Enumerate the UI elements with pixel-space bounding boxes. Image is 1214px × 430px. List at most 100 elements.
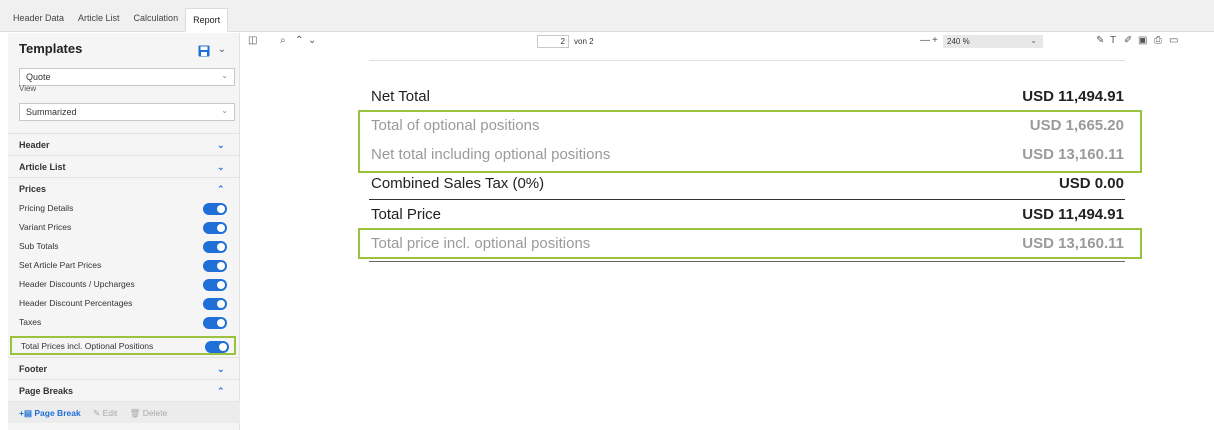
tab-calculation[interactable]: Calculation: [127, 7, 186, 31]
chevron-down-icon[interactable]: ⌄: [308, 35, 316, 46]
save-doc-icon[interactable]: ▭: [1169, 35, 1178, 46]
templates-actions: ⌄: [8, 41, 240, 63]
tab-header-data[interactable]: Header Data: [6, 7, 71, 31]
option-pricing-details: Pricing Details: [8, 199, 240, 218]
delete-button[interactable]: 🗑 Delete: [130, 408, 168, 418]
section-article-list-label: Article List: [19, 162, 66, 172]
trash-icon: 🗑: [129, 408, 141, 418]
section-page-breaks[interactable]: Page Breaks ⌃: [8, 379, 240, 401]
view-select[interactable]: Summarized ⌄: [19, 103, 235, 121]
edit-label: Edit: [102, 408, 118, 418]
toggle-total-prices-optional[interactable]: [205, 341, 229, 353]
option-label: Sub Totals: [19, 241, 59, 251]
row-net-total: Net Total USD 11,494.91: [369, 86, 1124, 110]
search-icon[interactable]: ⌕: [280, 35, 286, 46]
total-rule: [369, 199, 1125, 200]
chevron-down-icon: ⌄: [217, 162, 225, 172]
toggle-taxes[interactable]: [203, 317, 227, 329]
row-value: USD 0.00: [1058, 175, 1124, 192]
chevron-down-icon: ⌄: [221, 106, 228, 115]
bottom-rule: [369, 261, 1125, 262]
option-label: Header Discounts / Upcharges: [19, 279, 135, 289]
row-value: USD 13,160.11: [1022, 235, 1124, 252]
option-total-prices-optional: Total Prices incl. Optional Positions: [10, 336, 236, 355]
row-net-incl-optional: Net total including optional positions U…: [369, 144, 1124, 168]
section-prices[interactable]: Prices ⌃: [8, 177, 240, 199]
template-select-value: Quote: [26, 72, 51, 82]
row-label: Combined Sales Tax (0%): [371, 175, 545, 192]
view-label: View: [19, 84, 37, 93]
page-number-input[interactable]: 2: [537, 35, 569, 48]
row-value: USD 11,494.91: [1022, 88, 1124, 105]
section-header-label: Header: [19, 140, 50, 150]
print-icon[interactable]: ⎙: [1154, 35, 1162, 46]
row-label: Total of optional positions: [371, 117, 540, 134]
tab-report[interactable]: Report: [185, 8, 229, 32]
add-page-break-button[interactable]: +▤ Page Break: [19, 408, 81, 418]
chevron-down-icon: ⌄: [1030, 36, 1037, 45]
section-footer[interactable]: Footer ⌄: [8, 357, 240, 379]
option-sub-totals: Sub Totals: [8, 237, 240, 256]
option-header-discount-percentages: Header Discount Percentages: [8, 294, 240, 313]
zoom-select[interactable]: 240 % ⌄: [943, 35, 1043, 48]
tab-bar: Header Data Article List Calculation Rep…: [0, 0, 1214, 32]
option-header-discounts: Header Discounts / Upcharges: [8, 275, 240, 294]
row-label: Total price incl. optional positions: [371, 235, 591, 252]
row-value: USD 13,160.11: [1022, 146, 1124, 163]
option-label: Header Discount Percentages: [19, 298, 133, 308]
section-article-list[interactable]: Article List ⌄: [8, 155, 240, 177]
option-label: Set Article Part Prices: [19, 260, 102, 270]
row-label: Total Price: [371, 206, 442, 223]
zoom-value: 240 %: [947, 37, 970, 46]
section-footer-label: Footer: [19, 364, 47, 374]
draw-icon[interactable]: ✐: [1124, 35, 1132, 46]
chevron-down-icon: ⌄: [217, 140, 225, 150]
page-divider: [369, 60, 1125, 61]
save-icon[interactable]: [198, 45, 210, 57]
row-sales-tax: Combined Sales Tax (0%) USD 0.00: [369, 173, 1124, 197]
toggle-set-article-part-prices[interactable]: [203, 260, 227, 272]
chevron-up-icon: ⌃: [217, 386, 225, 396]
option-set-article-part-prices: Set Article Part Prices: [8, 256, 240, 275]
section-prices-label: Prices: [19, 184, 47, 194]
toggle-header-discounts[interactable]: [203, 279, 227, 291]
sidebar-toggle-icon[interactable]: ◫: [248, 35, 257, 46]
pdf-toolbar: ◫ ⌕ ⌃ ⌄ 2 von 2 — + 240 % ⌄ ✎ T ✐ ▣ ⎙ ▭: [240, 33, 1214, 51]
chevron-down-icon: ⌄: [221, 71, 228, 80]
section-header[interactable]: Header ⌄: [8, 133, 240, 155]
row-value: USD 1,665.20: [1029, 117, 1124, 134]
zoom-in-icon[interactable]: +: [932, 35, 938, 46]
tab-article-list[interactable]: Article List: [71, 7, 127, 31]
pencil-icon: ✎: [93, 408, 101, 418]
option-label: Pricing Details: [19, 203, 74, 213]
row-label: Net Total: [371, 88, 430, 105]
toggle-sub-totals[interactable]: [203, 241, 227, 253]
row-total-incl-optional: Total price incl. optional positions USD…: [369, 233, 1124, 257]
row-optional-positions: Total of optional positions USD 1,665.20: [369, 115, 1124, 139]
option-variant-prices: Variant Prices: [8, 218, 240, 237]
edit-button[interactable]: ✎ Edit: [93, 408, 117, 418]
chevron-up-icon: ⌃: [217, 184, 225, 194]
highlight-icon[interactable]: ✎: [1096, 35, 1104, 46]
page-break-actions: +▤ Page Break ✎ Edit 🗑 Delete: [8, 401, 240, 423]
option-label: Total Prices incl. Optional Positions: [21, 341, 154, 351]
toggle-header-discount-percentages[interactable]: [203, 298, 227, 310]
row-value: USD 11,494.91: [1022, 206, 1124, 223]
text-icon[interactable]: T: [1110, 35, 1116, 46]
view-select-value: Summarized: [26, 107, 77, 117]
zoom-out-icon[interactable]: —: [920, 35, 930, 46]
option-taxes: Taxes: [8, 313, 240, 332]
row-total-price: Total Price USD 11,494.91: [369, 204, 1124, 228]
add-page-break-label: Page Break: [34, 408, 81, 418]
chevron-up-icon[interactable]: ⌃: [295, 35, 303, 46]
toggle-pricing-details[interactable]: [203, 203, 227, 215]
templates-sidebar: Templates ⌄ Quote ⌄ View Summarized ⌄ He…: [8, 33, 240, 430]
template-select[interactable]: Quote ⌄: [19, 68, 235, 86]
image-icon[interactable]: ▣: [1138, 35, 1147, 46]
delete-label: Delete: [142, 408, 168, 418]
toggle-variant-prices[interactable]: [203, 222, 227, 234]
option-label: Variant Prices: [19, 222, 72, 232]
chevron-down-icon[interactable]: ⌄: [216, 43, 228, 57]
chevron-down-icon: ⌄: [217, 364, 225, 374]
option-label: Taxes: [19, 317, 42, 327]
